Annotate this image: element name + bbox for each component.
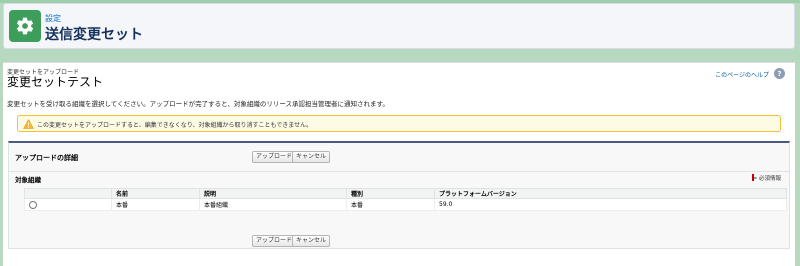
col-header-description: 説明 xyxy=(199,188,347,199)
target-org-table: 名前 説明 種別 プラットフォームバージョン 本番 本番組織 本番 59.0 xyxy=(24,188,787,211)
setup-app-icon xyxy=(9,10,41,42)
row-name: 本番 xyxy=(111,198,200,211)
row-type: 本番 xyxy=(346,198,435,211)
org-radio-button[interactable] xyxy=(29,200,37,209)
col-header-platform-version: プラットフォームバージョン xyxy=(434,188,787,199)
upload-button-top[interactable]: アップロード xyxy=(252,151,297,163)
col-header-name: 名前 xyxy=(111,188,200,199)
warning-icon xyxy=(23,119,34,129)
main-content: 変更セットをアップロード 変更セットテスト このページのヘルプ ? 変更セットを… xyxy=(3,62,795,266)
upload-details-panel: アップロードの詳細 アップロード キャンセル 対象組織 = 必須情報 名前 説明… xyxy=(8,141,790,249)
page-title: 変更セットテスト xyxy=(7,75,104,89)
col-header-select xyxy=(24,188,112,199)
warning-text: この変更セットをアップロードすると、編集できなくなり、対象組織から取り消すことも… xyxy=(37,122,313,129)
header-band xyxy=(0,49,800,63)
upload-button-bottom[interactable]: アップロード xyxy=(252,235,297,247)
help-icon[interactable]: ? xyxy=(774,68,785,79)
required-info: = 必須情報 xyxy=(752,176,781,182)
cancel-button-top[interactable]: キャンセル xyxy=(292,151,331,163)
table-header-row: 名前 説明 種別 プラットフォームバージョン xyxy=(24,188,787,199)
row-select-cell[interactable] xyxy=(24,198,112,211)
panel-title: アップロードの詳細 xyxy=(15,154,78,162)
warning-message: この変更セットをアップロードすると、編集できなくなり、対象組織から取り消すことも… xyxy=(17,115,781,132)
row-platform-version: 59.0 xyxy=(434,198,787,211)
row-description: 本番組織 xyxy=(199,198,347,211)
table-row[interactable]: 本番 本番組織 本番 59.0 xyxy=(24,198,787,211)
col-header-type: 種別 xyxy=(346,188,435,199)
section-title: 対象組織 xyxy=(15,176,41,184)
target-org-section: 対象組織 = 必須情報 xyxy=(9,171,789,184)
page-description: 変更セットを受け取る組織を選択してください。アップロードが完了すると、対象組織の… xyxy=(7,100,389,108)
cancel-button-bottom[interactable]: キャンセル xyxy=(292,235,331,247)
header-title: 送信変更セット xyxy=(45,27,143,43)
breadcrumb[interactable]: 設定 xyxy=(45,13,61,24)
gear-icon xyxy=(16,17,34,35)
page-header: 設定 送信変更セット xyxy=(3,3,795,49)
help-link[interactable]: このページのヘルプ xyxy=(715,70,769,79)
